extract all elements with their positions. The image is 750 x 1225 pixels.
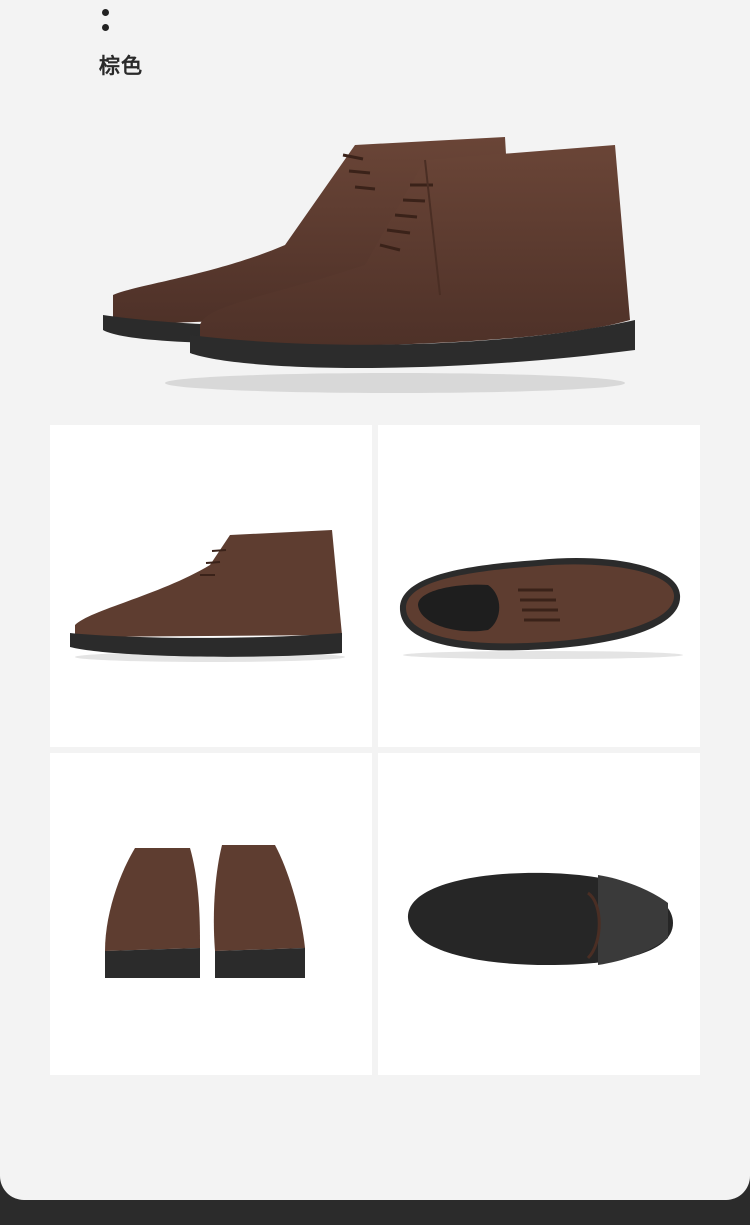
- product-detail-card: 棕色: [0, 0, 750, 1200]
- boot-sole-view-image: [407, 872, 673, 965]
- gallery-tile-side-view[interactable]: [50, 425, 372, 747]
- color-label: 棕色: [99, 54, 143, 78]
- boot-side-view-image: [70, 530, 345, 662]
- bullet-dot: [102, 24, 109, 31]
- gallery-tile-back-view[interactable]: [50, 753, 372, 1075]
- boot-top-view-image: [399, 558, 683, 659]
- hero-boots-image: [103, 137, 635, 393]
- gallery-tile-top-view[interactable]: [378, 425, 700, 747]
- bullet-dot: [102, 9, 109, 16]
- gallery-tile-sole-view[interactable]: [378, 753, 700, 1075]
- boot-back-view-image: [105, 845, 305, 978]
